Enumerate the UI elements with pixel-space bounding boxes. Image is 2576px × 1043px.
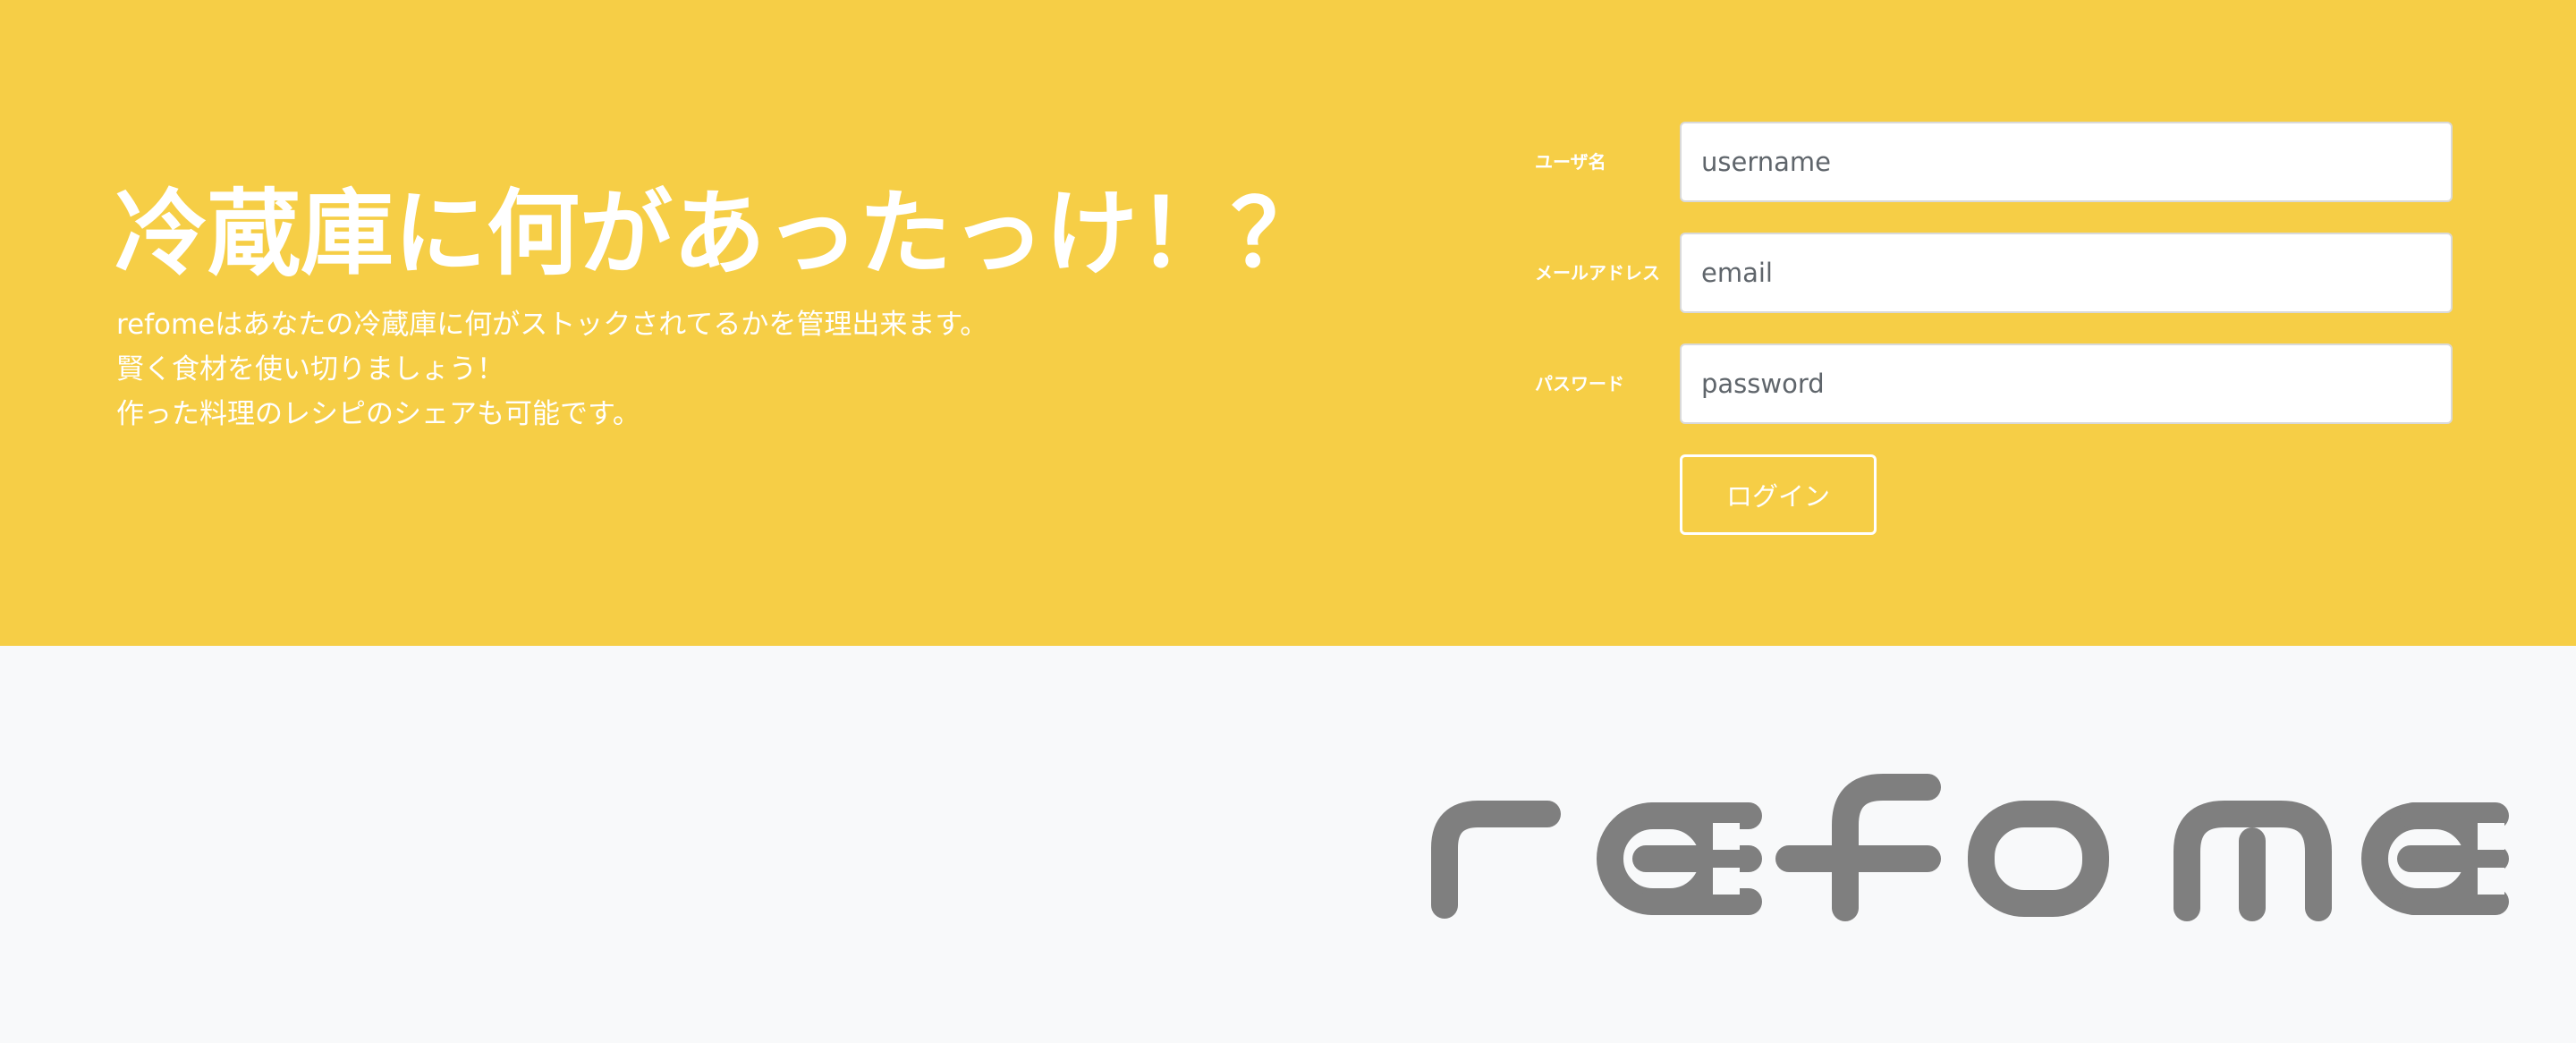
email-label: メールアドレス xyxy=(1535,262,1660,284)
hero-description: refomeはあなたの冷蔵庫に何がストックされてるかを管理出来ます。 賢く食材を… xyxy=(116,302,987,437)
password-row: パスワード xyxy=(1535,343,2453,424)
hero-description-line: 作った料理のレシピのシェアも可能です。 xyxy=(116,398,640,430)
email-row: メールアドレス xyxy=(1535,233,2453,313)
refome-logo xyxy=(1431,774,2509,921)
password-input[interactable] xyxy=(1680,343,2453,424)
login-button[interactable]: ログイン xyxy=(1680,454,1877,535)
username-row: ユーザ名 xyxy=(1535,122,2453,202)
password-label: パスワード xyxy=(1535,373,1624,394)
hero-headline: 冷蔵庫に何があったっけ！？ xyxy=(114,179,1325,288)
hero-description-line: 賢く食材を使い切りましょう！ xyxy=(116,353,504,386)
username-input[interactable] xyxy=(1680,122,2453,202)
hero-description-line: refomeはあなたの冷蔵庫に何がストックされてるかを管理出来ます。 xyxy=(116,309,988,341)
email-input[interactable] xyxy=(1680,233,2453,313)
username-label: ユーザ名 xyxy=(1535,151,1606,173)
hero-section: 冷蔵庫に何があったっけ！？ refomeはあなたの冷蔵庫に何がストックされてるか… xyxy=(0,0,2576,646)
